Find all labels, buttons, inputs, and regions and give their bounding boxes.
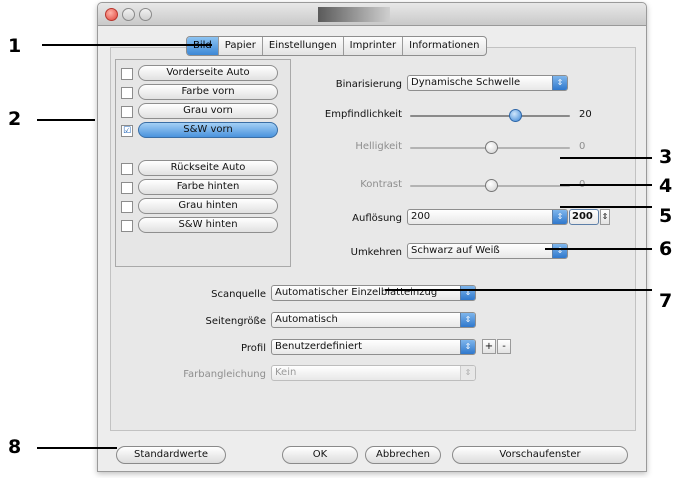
image-type-rueckseite-auto[interactable]: Rückseite Auto (138, 160, 278, 176)
tab-imprinter[interactable]: Imprinter (344, 37, 404, 55)
profile-value: Benutzerdefiniert (275, 341, 363, 352)
cancel-button[interactable]: Abbrechen (365, 446, 441, 464)
close-window-button[interactable] (105, 8, 118, 21)
image-type-farbe-hinten[interactable]: Farbe hinten (138, 179, 278, 195)
preview-button[interactable]: Vorschaufenster (452, 446, 628, 464)
callout-7: 7 (659, 290, 673, 312)
scanner-dialog-window: Bild Papier Einstellungen Imprinter Info… (97, 2, 647, 472)
image-type-farbe-vorn[interactable]: Farbe vorn (138, 84, 278, 100)
profile-select[interactable]: Benutzerdefiniert ⇕ (271, 339, 476, 355)
checkbox-farbe-vorn[interactable] (121, 87, 133, 99)
color-match-label: Farbangleichung (183, 369, 266, 380)
zoom-window-button[interactable] (139, 8, 152, 21)
page-size-value: Automatisch (275, 314, 338, 325)
checkbox-farbe-hinten[interactable] (121, 182, 133, 194)
binarization-select[interactable]: Dynamische Schwelle ⇕ (407, 75, 568, 91)
callout-5-line (560, 206, 652, 208)
profile-add-button[interactable]: + (482, 339, 496, 354)
chevron-updown-icon: ⇕ (460, 340, 475, 354)
resolution-custom-field[interactable]: 200 (569, 209, 599, 225)
scan-source-select[interactable]: Automatischer Einzelblatteinzug ⇕ (271, 285, 476, 301)
invert-select[interactable]: Schwarz auf Weiß ⇕ (407, 243, 568, 259)
tab-einstellungen[interactable]: Einstellungen (263, 37, 344, 55)
image-type-sw-hinten[interactable]: S&W hinten (138, 217, 278, 233)
binarization-value: Dynamische Schwelle (411, 77, 521, 88)
callout-3-line (560, 157, 652, 159)
checkbox-sw-vorn[interactable]: ☑ (121, 125, 133, 137)
chevron-updown-icon: ⇕ (552, 244, 567, 258)
profile-remove-button[interactable]: - (497, 339, 511, 354)
chevron-updown-icon: ⇕ (552, 210, 567, 224)
callout-3: 3 (659, 146, 673, 168)
tab-bild[interactable]: Bild (187, 37, 219, 55)
callout-7-line (385, 289, 652, 291)
checkbox-vorderseite-auto[interactable] (121, 68, 133, 80)
brightness-value: 0 (579, 141, 586, 152)
checkbox-grau-vorn[interactable] (121, 106, 133, 118)
sensitivity-slider[interactable] (410, 115, 570, 117)
image-type-vorderseite-auto[interactable]: Vorderseite Auto (138, 65, 278, 81)
resolution-label: Auflösung (352, 213, 402, 224)
contrast-label: Kontrast (360, 179, 402, 190)
image-type-grau-hinten[interactable]: Grau hinten (138, 198, 278, 214)
scan-source-label: Scanquelle (211, 289, 266, 300)
tab-bar: Bild Papier Einstellungen Imprinter Info… (186, 36, 487, 56)
resolution-stepper[interactable]: ⇕ (600, 209, 610, 225)
color-match-select[interactable]: Kein ⇕ (271, 365, 476, 381)
tab-papier[interactable]: Papier (219, 37, 263, 55)
brightness-label: Helligkeit (355, 141, 402, 152)
checkbox-grau-hinten[interactable] (121, 201, 133, 213)
sensitivity-label: Empfindlichkeit (324, 109, 402, 120)
brightness-slider-knob[interactable] (485, 141, 498, 154)
checkbox-sw-hinten[interactable] (121, 220, 133, 232)
sensitivity-slider-knob[interactable] (509, 109, 522, 122)
callout-2-line (37, 119, 95, 121)
callout-1-line (42, 44, 212, 46)
title-swatch (318, 7, 390, 22)
callout-4-line (560, 184, 652, 186)
title-bar[interactable] (98, 3, 646, 26)
contrast-slider-knob[interactable] (485, 179, 498, 192)
chevron-updown-icon: ⇕ (460, 366, 475, 380)
chevron-updown-icon: ⇕ (460, 313, 475, 327)
color-match-value: Kein (275, 367, 297, 378)
resolution-value: 200 (411, 211, 431, 222)
callout-1: 1 (8, 35, 22, 57)
ok-button[interactable]: OK (282, 446, 358, 464)
callout-5: 5 (659, 205, 673, 227)
invert-label: Umkehren (350, 247, 402, 258)
resolution-select[interactable]: 200 ⇕ (407, 209, 568, 225)
image-type-sw-vorn[interactable]: S&W vorn (138, 122, 278, 138)
callout-2: 2 (8, 108, 22, 130)
minimize-window-button[interactable] (122, 8, 135, 21)
invert-value: Schwarz auf Weiß (411, 245, 500, 256)
profile-label: Profil (241, 343, 266, 354)
callout-8-line (37, 447, 117, 449)
image-type-list: Vorderseite Auto Farbe vorn Grau vorn ☑ … (115, 59, 291, 267)
callout-6-line (545, 248, 652, 250)
page-size-label: Seitengröße (205, 316, 267, 327)
defaults-button[interactable]: Standardwerte (116, 446, 226, 464)
binarization-label: Binarisierung (335, 79, 402, 90)
checkbox-rueckseite-auto[interactable] (121, 163, 133, 175)
sensitivity-value: 20 (579, 109, 592, 120)
callout-8: 8 (8, 436, 22, 458)
callout-6: 6 (659, 238, 673, 260)
chevron-updown-icon: ⇕ (552, 76, 567, 90)
page-size-select[interactable]: Automatisch ⇕ (271, 312, 476, 328)
tab-informationen[interactable]: Informationen (403, 37, 485, 55)
image-type-grau-vorn[interactable]: Grau vorn (138, 103, 278, 119)
callout-4: 4 (659, 175, 673, 197)
